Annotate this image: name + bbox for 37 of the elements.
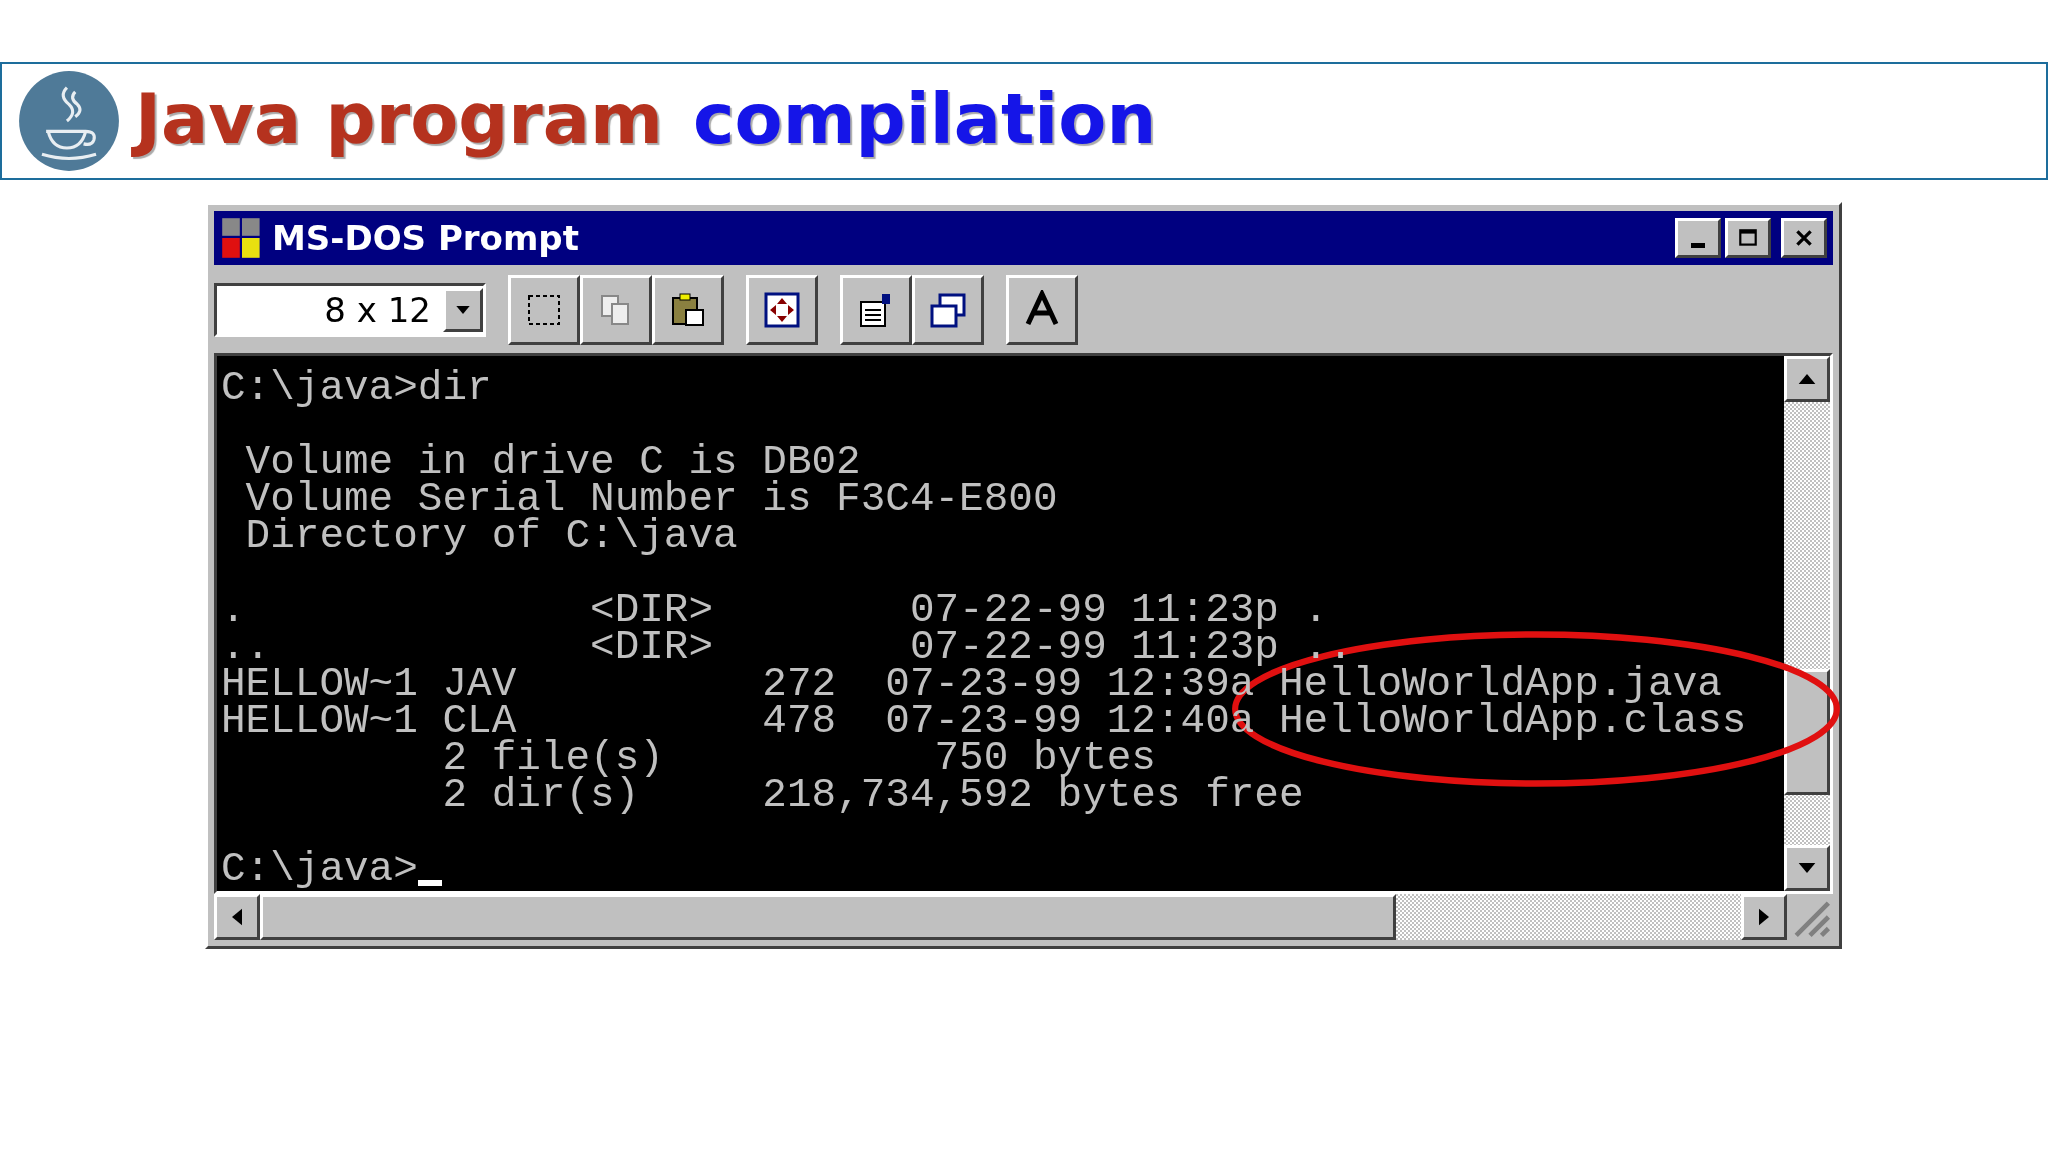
- scroll-left-button[interactable]: [214, 894, 260, 940]
- terminal-line: 2 dir(s) 218,734,592 bytes free: [441, 777, 1304, 814]
- scroll-down-button[interactable]: [1784, 845, 1830, 891]
- down-arrow-icon: [1798, 863, 1816, 873]
- close-button[interactable]: [1781, 218, 1827, 258]
- terminal-line: HELLOW~1 JAV 272 07-23-99 12:39a HelloWorldApp.java: [221, 666, 1722, 703]
- maximize-icon: [1737, 227, 1759, 249]
- terminal-line: 2 file(s) 750 bytes: [441, 740, 1156, 777]
- font-size-dropdown[interactable]: 8 x 12: [214, 283, 486, 337]
- scroll-right-button[interactable]: [1741, 894, 1787, 940]
- scroll-thumb[interactable]: [260, 894, 1396, 940]
- window-title: MS-DOS Prompt: [272, 218, 579, 258]
- caret-icon: [456, 306, 470, 314]
- text-cursor: [417, 880, 442, 886]
- terminal-line: Directory of C:\java: [244, 518, 738, 555]
- full-screen-button[interactable]: [746, 275, 818, 345]
- maximize-button[interactable]: [1725, 218, 1771, 258]
- close-icon: [1793, 227, 1815, 249]
- copy-button[interactable]: [580, 275, 652, 345]
- four-arrows-icon: [762, 290, 802, 330]
- minimize-button[interactable]: [1675, 218, 1721, 258]
- terminal-line: Volume Serial Number is F3C4-E800: [244, 481, 1058, 518]
- mark-button[interactable]: [508, 275, 580, 345]
- terminal-line: C:\java>dir: [221, 370, 492, 407]
- terminal-line: Volume in drive C is DB02: [244, 444, 861, 481]
- scroll-up-button[interactable]: [1784, 356, 1830, 402]
- terminal-line: . <DIR> 07-22-99 11:23p .: [221, 592, 1329, 629]
- properties-button[interactable]: [840, 275, 912, 345]
- left-arrow-icon: [232, 908, 242, 926]
- slide-title: compilation: [693, 76, 1158, 162]
- paste-button[interactable]: [652, 275, 724, 345]
- right-arrow-icon: [1759, 908, 1769, 926]
- minimize-icon: [1691, 242, 1705, 248]
- up-arrow-icon: [1798, 374, 1816, 384]
- terminal-line: C:\java>: [221, 851, 418, 888]
- coffee-cup-logo-icon: [17, 69, 121, 173]
- font-button[interactable]: [1006, 275, 1078, 345]
